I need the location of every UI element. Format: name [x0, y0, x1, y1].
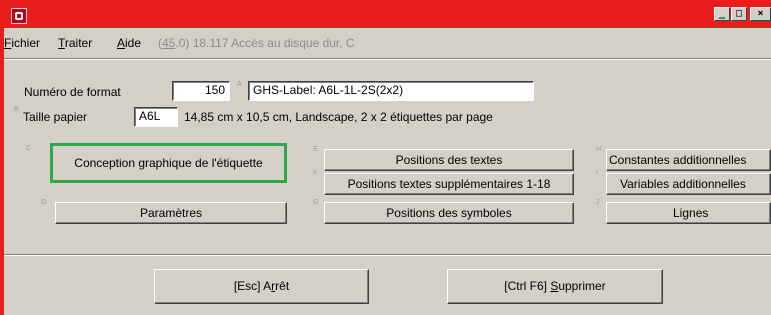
lignes-button[interactable]: Lignes — [606, 202, 771, 224]
window-client-area: Fichier Traiter Aide (45.0) 18.117 Accès… — [4, 28, 771, 315]
menu-traiter[interactable]: Traiter — [58, 36, 92, 50]
delete-button[interactable]: [Ctrl F6] Supprimer — [447, 269, 663, 304]
stop-label: [Esc] Arrêt — [233, 279, 290, 293]
delete-label: [Ctrl F6] Supprimer — [504, 279, 606, 293]
marker-b: B — [14, 106, 19, 113]
menu-bar: Fichier Traiter Aide (45.0) 18.117 Accès… — [4, 36, 771, 54]
paper-size-description: 14,85 cm x 10,5 cm, Landscape, 2 x 2 éti… — [184, 110, 493, 124]
variables-additionnelles-button[interactable]: Variables additionnelles — [606, 173, 771, 195]
marker-a: A — [237, 81, 242, 88]
marker-e: E — [313, 146, 318, 153]
positions-textes-label: Positions des textes — [395, 153, 503, 167]
label-name-field[interactable]: GHS-Label: A6L-1L-2S(2x2) — [248, 81, 534, 101]
parametres-button[interactable]: Paramètres — [55, 202, 287, 224]
close-button[interactable]: × — [750, 7, 771, 21]
marker-j: J — [596, 199, 600, 206]
app-icon[interactable] — [11, 8, 27, 24]
marker-f: F — [313, 170, 318, 177]
positions-textes-supplementaires-label: Positions textes supplémentaires 1-18 — [347, 177, 551, 191]
marker-d: D — [41, 199, 47, 206]
menu-aide[interactable]: Aide — [117, 36, 141, 50]
marker-h: H — [596, 146, 602, 153]
marker-i: I — [596, 170, 598, 177]
footer-separator — [4, 254, 771, 256]
constantes-additionnelles-label: Constantes additionnelles — [609, 153, 747, 167]
status-info: (45.0) 18.117 Accès au disque dur, C — [158, 36, 355, 50]
constantes-additionnelles-button[interactable]: Constantes additionnelles — [606, 149, 771, 171]
positions-symboles-button[interactable]: Positions des symboles — [324, 202, 574, 224]
paper-size-field[interactable]: A6L — [134, 107, 178, 127]
maximize-icon: □ — [735, 8, 743, 19]
marker-c: C — [26, 145, 32, 152]
positions-textes-button[interactable]: Positions des textes — [324, 149, 574, 171]
format-number-field[interactable]: 150 — [172, 81, 230, 101]
title-bar[interactable]: _ □ × — [4, 4, 771, 28]
parametres-label: Paramètres — [139, 206, 203, 220]
window-frame: _ □ × Fichier Traiter Aide (45.0) 18.117… — [0, 0, 771, 315]
format-number-label: Numéro de format — [24, 85, 121, 99]
minimize-icon: _ — [718, 8, 726, 19]
lignes-label: Lignes — [673, 206, 709, 220]
variables-additionnelles-label: Variables additionnelles — [620, 177, 746, 191]
close-icon: × — [757, 8, 764, 19]
menu-fichier[interactable]: Fichier — [4, 36, 40, 50]
positions-symboles-label: Positions des symboles — [386, 206, 512, 220]
minimize-button[interactable]: _ — [714, 7, 730, 21]
conception-graphique-button[interactable]: Conception graphique de l'étiquette — [50, 143, 287, 183]
stop-button[interactable]: [Esc] Arrêt — [154, 269, 369, 304]
marker-g: G — [313, 199, 319, 206]
maximize-button[interactable]: □ — [731, 7, 747, 21]
menu-separator — [4, 58, 771, 60]
positions-textes-supplementaires-button[interactable]: Positions textes supplémentaires 1-18 — [324, 173, 574, 195]
conception-graphique-label: Conception graphique de l'étiquette — [74, 156, 263, 170]
paper-size-label: Taille papier — [23, 110, 88, 124]
